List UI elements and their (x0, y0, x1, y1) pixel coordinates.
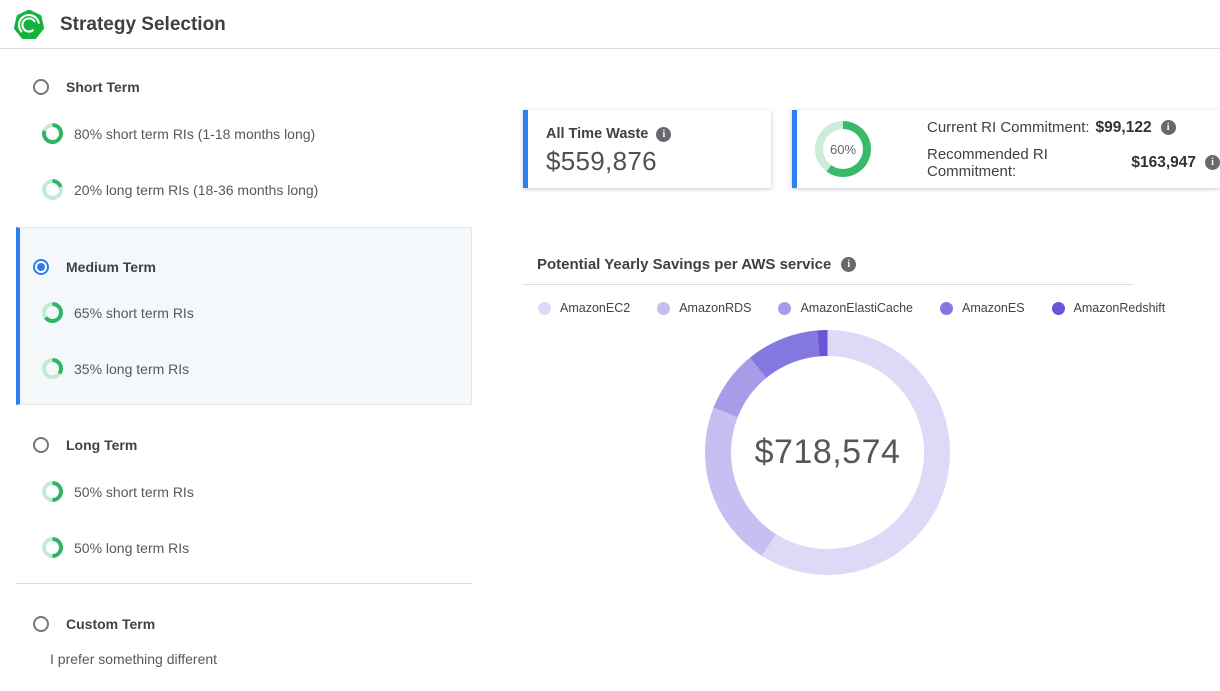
option-label: Short Term (66, 79, 140, 95)
option-label: Long Term (66, 437, 137, 453)
radio-button-long-term[interactable] (33, 437, 49, 453)
allocation-label: 65% short term RIs (74, 305, 194, 321)
allocation-ring-icon (42, 358, 63, 379)
radio-button-short-term[interactable] (33, 79, 49, 95)
legend-dot (1052, 302, 1065, 315)
legend-item-AmazonEC2[interactable]: AmazonEC2 (538, 301, 630, 315)
info-icon[interactable]: i (841, 257, 856, 272)
allocation-ring-icon (42, 302, 63, 323)
recommended-ri-label: Recommended RI Commitment: (927, 146, 1125, 180)
legend-item-AmazonElastiCache[interactable]: AmazonElastiCache (778, 301, 913, 315)
legend-item-AmazonRDS[interactable]: AmazonRDS (657, 301, 751, 315)
info-icon[interactable]: i (656, 127, 671, 142)
legend-dot (940, 302, 953, 315)
all-time-waste-label: All Time Waste (546, 126, 648, 142)
legend-dot (778, 302, 791, 315)
legend-dot (538, 302, 551, 315)
legend-dot (657, 302, 670, 315)
recommended-ri-value: $163,947 (1131, 154, 1196, 172)
chart-divider (523, 284, 1133, 285)
section-divider (16, 583, 472, 584)
allocation-label: 20% long term RIs (18-36 months long) (74, 182, 318, 198)
chart-title: Potential Yearly Savings per AWS service (537, 256, 831, 273)
ri-commitment-card: 60% Current RI Commitment: $99,122 i Rec… (792, 110, 1220, 188)
custom-term-description: I prefer something different (50, 651, 217, 667)
current-ri-value: $99,122 (1096, 119, 1152, 137)
legend-label: AmazonElastiCache (800, 301, 913, 315)
chart-legend: AmazonEC2 AmazonRDS AmazonElastiCache Amazo… (538, 301, 1165, 315)
allocation-ring-icon (42, 481, 63, 502)
strategy-option-long-term[interactable]: Long Term (33, 437, 137, 453)
allocation-item: 20% long term RIs (18-36 months long) (42, 179, 318, 200)
all-time-waste-value: $559,876 (546, 146, 771, 177)
legend-item-AmazonRedshift[interactable]: AmazonRedshift (1052, 301, 1166, 315)
legend-label: AmazonEC2 (560, 301, 630, 315)
allocation-label: 50% long term RIs (74, 540, 189, 556)
allocation-item: 50% long term RIs (42, 537, 189, 558)
allocation-item: 35% long term RIs (42, 358, 189, 379)
allocation-item: 50% short term RIs (42, 481, 194, 502)
option-label: Medium Term (66, 259, 156, 275)
allocation-item: 80% short term RIs (1-18 months long) (42, 123, 315, 144)
allocation-label: 35% long term RIs (74, 361, 189, 377)
allocation-ring-icon (42, 123, 63, 144)
legend-label: AmazonRDS (679, 301, 751, 315)
legend-label: AmazonRedshift (1074, 301, 1166, 315)
allocation-label: 80% short term RIs (1-18 months long) (74, 126, 315, 142)
current-ri-commitment-row: Current RI Commitment: $99,122 i (927, 119, 1220, 137)
top-header-bar: Strategy Selection (0, 0, 1220, 49)
allocation-label: 50% short term RIs (74, 484, 194, 500)
donut-total-label: $718,574 (705, 330, 950, 575)
strategy-option-short-term[interactable]: Short Term (33, 79, 140, 95)
allocation-ring-icon (42, 537, 63, 558)
strategy-option-medium-term[interactable]: Medium Term (33, 259, 156, 275)
option-label: Custom Term (66, 616, 155, 632)
strategy-option-custom-term[interactable]: Custom Term (33, 616, 155, 632)
allocation-ring-icon (42, 179, 63, 200)
radio-button-custom-term[interactable] (33, 616, 49, 632)
radio-button-medium-term[interactable] (33, 259, 49, 275)
cloudability-logo-icon (14, 10, 44, 40)
info-icon[interactable]: i (1205, 155, 1220, 170)
recommended-ri-commitment-row: Recommended RI Commitment: $163,947 i (927, 146, 1220, 180)
page-title: Strategy Selection (60, 14, 226, 36)
current-ri-label: Current RI Commitment: (927, 119, 1090, 136)
gauge-percent-label: 60% (815, 121, 871, 177)
all-time-waste-card: All Time Waste i $559,876 (523, 110, 771, 188)
savings-donut-chart: $718,574 (705, 330, 950, 575)
info-icon[interactable]: i (1161, 120, 1176, 135)
legend-label: AmazonES (962, 301, 1025, 315)
legend-item-AmazonES[interactable]: AmazonES (940, 301, 1025, 315)
allocation-item: 65% short term RIs (42, 302, 194, 323)
ri-commitment-gauge: 60% (815, 121, 871, 177)
